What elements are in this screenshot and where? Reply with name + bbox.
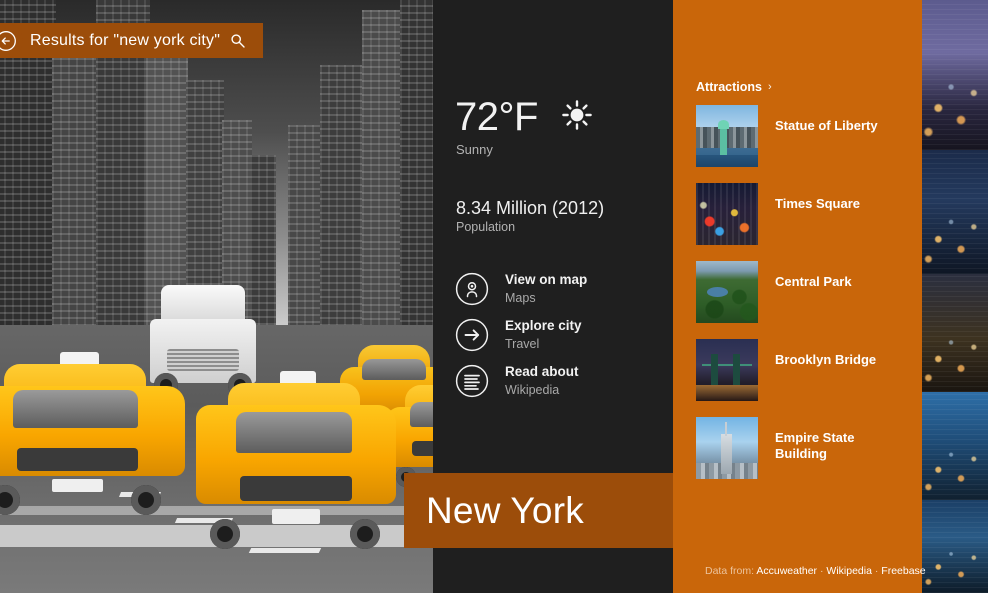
magnifier-icon[interactable] [230, 33, 246, 49]
lane-marking [248, 548, 322, 553]
temperature-value: 72°F [455, 94, 538, 139]
panel-bottom-fill [433, 548, 673, 593]
search-results-bar[interactable]: Results for "new york city" [0, 23, 263, 58]
chevron-right-icon: › [767, 81, 772, 93]
list-item[interactable]: Central Park [696, 261, 906, 339]
photo-thumbnail [917, 392, 988, 500]
attraction-name: Brooklyn Bridge [775, 352, 877, 367]
action-read-about[interactable]: Read about Wikipedia [455, 362, 665, 408]
empire-state-building-thumbnail [696, 417, 758, 479]
attractions-list: Statue of Liberty Times Square Central P… [696, 105, 906, 495]
action-title: View on map [505, 272, 588, 287]
sun-icon [560, 98, 594, 137]
building-silhouette [288, 125, 322, 330]
arrow-right-circle-icon [455, 318, 489, 352]
source-accuweather[interactable]: Accuweather [756, 565, 817, 577]
attraction-name: Times Square [775, 196, 861, 211]
population-value: 8.34 Million (2012) [456, 198, 605, 218]
action-list: View on map Maps Explore city Travel Rea… [455, 270, 665, 408]
attractions-header[interactable]: Attractions › [696, 80, 772, 94]
city-photo-strip [917, 0, 988, 593]
action-title: Read about [505, 364, 579, 379]
attractions-panel: Attractions › Statue of Liberty Times Sq… [673, 0, 926, 593]
action-subtitle: Maps [505, 291, 536, 305]
action-subtitle: Wikipedia [505, 383, 560, 397]
source-wikipedia[interactable]: Wikipedia [826, 565, 872, 577]
page-title: New York [426, 490, 584, 531]
yellow-taxi [196, 371, 396, 549]
building-silhouette [52, 30, 100, 330]
data-sources-footer: Data from: Accuweather · Wikipedia · Fre… [705, 565, 926, 577]
list-item[interactable]: Times Square [696, 183, 906, 261]
photo-thumbnail [917, 150, 988, 274]
list-item[interactable]: Brooklyn Bridge [696, 339, 906, 417]
action-explore-city[interactable]: Explore city Travel [455, 316, 665, 362]
action-title: Explore city [505, 318, 582, 333]
action-view-on-map[interactable]: View on map Maps [455, 270, 665, 316]
photo-thumbnail [917, 500, 988, 593]
search-query-label: Results for "new york city" [30, 31, 221, 49]
article-lines-circle-icon [455, 364, 489, 398]
city-hero-photo [0, 0, 433, 593]
weather-condition-label: Sunny [456, 142, 493, 157]
photo-thumbnail [917, 0, 988, 150]
app-root: Results for "new york city" 72°F Sunny 8… [0, 0, 988, 593]
brooklyn-bridge-thumbnail [696, 339, 758, 401]
action-subtitle: Travel [505, 337, 540, 351]
building-silhouette [400, 0, 433, 330]
city-title-block: New York [404, 473, 673, 548]
yellow-taxi [0, 352, 185, 515]
attraction-name: Central Park [775, 274, 852, 289]
map-pin-circle-icon [455, 272, 489, 306]
city-detail-panel: 72°F Sunny 8.34 Million (2012) Populatio… [433, 0, 673, 473]
data-from-label: Data from: [705, 565, 755, 577]
source-freebase[interactable]: Freebase [881, 565, 925, 577]
list-item[interactable]: Empire State Building [696, 417, 906, 495]
separator-dot: · [819, 565, 824, 577]
list-item[interactable]: Statue of Liberty [696, 105, 906, 183]
building-silhouette [362, 10, 402, 330]
times-square-thumbnail [696, 183, 758, 245]
attraction-name: Statue of Liberty [775, 118, 878, 133]
building-silhouette [320, 65, 364, 330]
weather-block: 72°F [455, 96, 594, 137]
photo-thumbnail [917, 274, 988, 392]
statue-of-liberty-thumbnail [696, 105, 758, 167]
panel-edge-divider [917, 0, 922, 593]
population-label: Population [456, 220, 516, 234]
attraction-name: Empire State Building [775, 430, 855, 461]
central-park-thumbnail [696, 261, 758, 323]
attractions-header-label: Attractions [696, 80, 762, 94]
separator-dot: · [874, 565, 879, 577]
